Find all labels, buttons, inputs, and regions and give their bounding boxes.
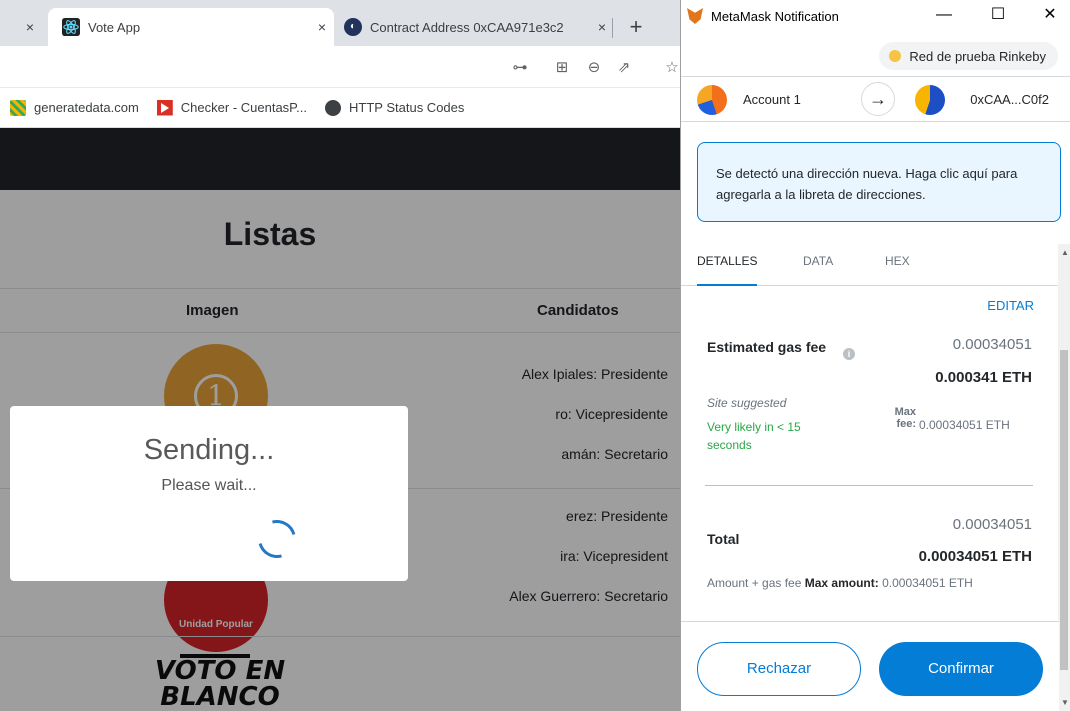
tab-title: Contract Address 0xCAA971e3c2 bbox=[370, 19, 564, 35]
tab-partial[interactable]: × bbox=[0, 8, 48, 46]
tab-hex[interactable]: HEX bbox=[885, 254, 910, 286]
recipient-avatar-icon bbox=[915, 85, 945, 115]
bookmark-star-icon[interactable]: ☆ bbox=[662, 58, 682, 78]
network-selector[interactable]: Red de prueba Rinkeby bbox=[879, 42, 1058, 70]
tab-separator bbox=[612, 18, 613, 38]
reject-button[interactable]: Rechazar bbox=[697, 642, 861, 696]
max-amount-value: 0.00034051 ETH bbox=[882, 576, 973, 590]
bookmark-label: Checker - CuentasP... bbox=[180, 100, 308, 115]
max-fee-label: Max fee: bbox=[894, 406, 916, 430]
info-icon[interactable]: i bbox=[843, 348, 855, 360]
arrow-right-icon: → bbox=[861, 82, 895, 116]
zoom-icon[interactable]: ⊖ bbox=[584, 58, 604, 78]
tab-title: Vote App bbox=[88, 19, 141, 35]
sending-modal: Sending... Please wait... bbox=[10, 406, 408, 581]
amount-plus-gas-label: Amount + gas fee bbox=[707, 576, 802, 590]
bookmark-label: HTTP Status Codes bbox=[349, 100, 465, 115]
max-amount-label: Max amount: bbox=[804, 576, 879, 590]
max-fee-value: 0.00034051 ETH bbox=[919, 418, 1010, 432]
bookmark-generatedata[interactable]: generatedata.com bbox=[10, 99, 139, 116]
scrollbar[interactable]: ▲ ▼ bbox=[1058, 244, 1070, 711]
checker-icon bbox=[156, 99, 173, 116]
loading-spinner-icon bbox=[251, 513, 303, 565]
gas-fee-value: 0.00034051 bbox=[952, 336, 1032, 353]
tab-close-icon[interactable]: × bbox=[310, 19, 334, 35]
total-value: 0.00034051 bbox=[952, 516, 1032, 533]
total-label: Total bbox=[707, 531, 740, 547]
modal-title: Sending... bbox=[143, 434, 275, 466]
total-eth: 0.00034051 ETH bbox=[918, 548, 1032, 565]
etherscan-icon: ◐ bbox=[344, 18, 362, 36]
action-footer: Rechazar Confirmar bbox=[681, 621, 1059, 711]
divider bbox=[705, 485, 1033, 486]
edit-link[interactable]: EDITAR bbox=[987, 298, 1034, 313]
minimize-button[interactable]: — bbox=[921, 0, 967, 32]
tab-close-icon[interactable]: × bbox=[590, 19, 614, 35]
new-address-notice[interactable]: Se detectó una dirección nueva. Haga cli… bbox=[697, 142, 1061, 222]
tab-vote-app[interactable]: Vote App × bbox=[48, 8, 334, 46]
web-page: Listas Imagen Candidatos 1 Alex Ipiales:… bbox=[0, 128, 680, 711]
tab-close-icon[interactable]: × bbox=[18, 19, 42, 35]
confirm-button[interactable]: Confirmar bbox=[879, 642, 1043, 696]
close-window-button[interactable]: ✕ bbox=[1027, 0, 1070, 32]
scroll-down-icon[interactable]: ▼ bbox=[1061, 698, 1069, 707]
globe-icon bbox=[325, 99, 342, 116]
metamask-titlebar: MetaMask Notification — ☐ ✕ bbox=[681, 0, 1070, 32]
translate-icon[interactable]: ⊞ bbox=[552, 58, 572, 78]
bookmarks-bar: generatedata.com Checker - CuentasP... H… bbox=[0, 88, 680, 128]
metamask-fox-icon bbox=[687, 8, 703, 24]
modal-text: Please wait... bbox=[161, 477, 257, 494]
bookmark-checker[interactable]: Checker - CuentasP... bbox=[156, 99, 308, 116]
scroll-thumb[interactable] bbox=[1060, 350, 1068, 670]
generatedata-icon bbox=[10, 99, 26, 116]
recipient-address[interactable]: 0xCAA...C0f2 bbox=[970, 92, 1049, 107]
scroll-up-icon[interactable]: ▲ bbox=[1061, 248, 1069, 257]
browser-toolbar: ⊶ ⊞ ⊖ ⇗ ☆ bbox=[0, 46, 680, 88]
new-tab-button[interactable]: + bbox=[622, 14, 650, 42]
account-name[interactable]: Account 1 bbox=[743, 92, 801, 107]
browser-window: × Vote App × ◐ Contract Address 0xCAA971… bbox=[0, 0, 680, 711]
share-icon[interactable]: ⇗ bbox=[614, 58, 634, 78]
account-avatar-icon bbox=[697, 85, 727, 115]
bookmark-http-status[interactable]: HTTP Status Codes bbox=[325, 99, 465, 116]
network-status-dot bbox=[889, 50, 902, 62]
site-suggested-label[interactable]: Site suggested bbox=[707, 396, 786, 410]
react-icon bbox=[62, 18, 80, 36]
window-title: MetaMask Notification bbox=[711, 8, 839, 24]
key-icon[interactable]: ⊶ bbox=[510, 58, 530, 78]
amount-caption: Amount + gas fee Max amount: 0.00034051 … bbox=[707, 576, 973, 590]
tab-detalles[interactable]: DETALLES bbox=[697, 254, 758, 286]
tab-strip: × Vote App × ◐ Contract Address 0xCAA971… bbox=[0, 0, 680, 46]
account-row: Account 1 → 0xCAA...C0f2 bbox=[681, 76, 1070, 122]
tab-contract-address[interactable]: ◐ Contract Address 0xCAA971e3c2 × bbox=[334, 8, 614, 46]
gas-fee-label: Estimated gas fee bbox=[707, 339, 827, 355]
bookmark-label: generatedata.com bbox=[34, 100, 139, 115]
network-name: Red de prueba Rinkeby bbox=[909, 48, 1046, 64]
screen: × Vote App × ◐ Contract Address 0xCAA971… bbox=[0, 0, 1070, 711]
gas-fee-eth: 0.000341 ETH bbox=[935, 369, 1032, 386]
tab-data[interactable]: DATA bbox=[803, 254, 833, 286]
metamask-window: MetaMask Notification — ☐ ✕ Red de prueb… bbox=[680, 0, 1070, 711]
maximize-button[interactable]: ☐ bbox=[975, 0, 1021, 32]
detail-tabs: DETALLES DATA HEX bbox=[681, 244, 1059, 286]
likelihood-text: Very likely in < 15 seconds bbox=[707, 420, 801, 452]
